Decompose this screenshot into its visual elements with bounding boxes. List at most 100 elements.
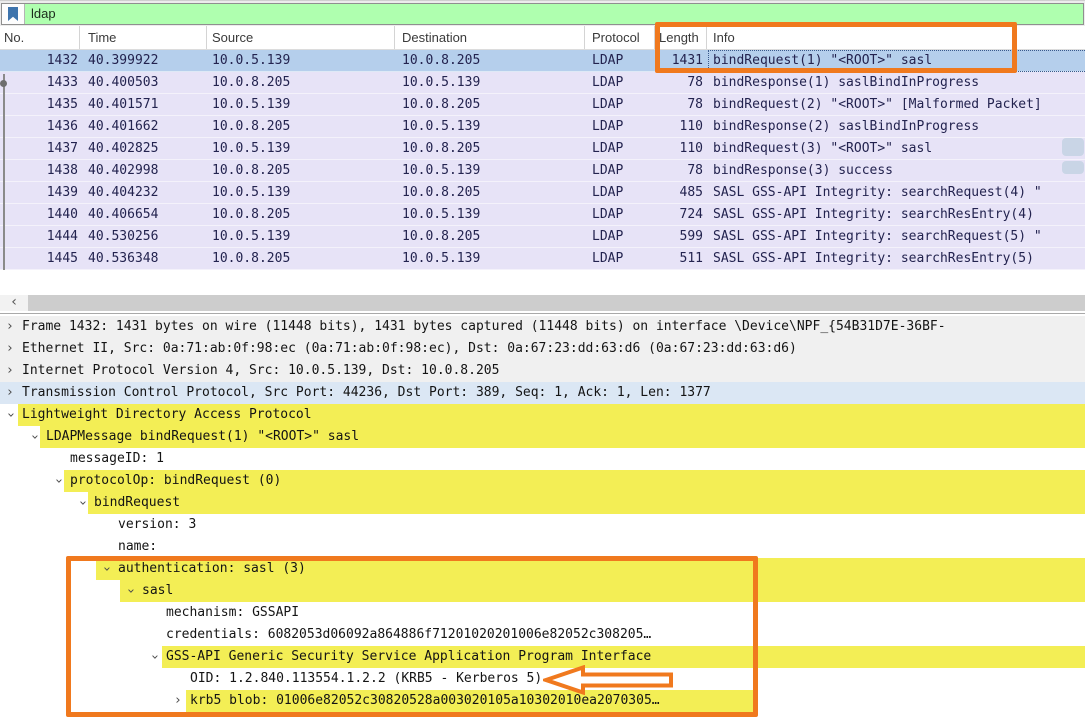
cell-no: 1435	[0, 94, 80, 116]
cell-source: 10.0.5.139	[207, 182, 395, 204]
column-header-time[interactable]: Time	[80, 26, 207, 49]
detail-row-protocolop[interactable]: › protocolOp: bindRequest (0)	[0, 470, 1085, 492]
chevron-down-icon[interactable]: ›	[71, 497, 93, 509]
cell-time: 40.530256	[80, 226, 207, 248]
cell-protocol: LDAP	[585, 94, 655, 116]
cell-source: 10.0.8.205	[207, 72, 395, 94]
filter-toolbar: ldap	[0, 0, 1085, 26]
packet-list-scrollbar-thumb[interactable]	[1062, 138, 1084, 156]
cell-info: bindResponse(1) saslBindInProgress	[707, 72, 1085, 94]
column-header-destination[interactable]: Destination	[395, 26, 585, 49]
packet-list-header: No. Time Source Destination Protocol Len…	[0, 26, 1085, 50]
packet-row-1445[interactable]: 1445 40.536348 10.0.8.205 10.0.5.139 LDA…	[0, 248, 1085, 270]
cell-info: SASL GSS-API Integrity: searchResEntry(4…	[707, 204, 1085, 226]
column-header-no[interactable]: No.	[0, 26, 80, 49]
detail-text: GSS-API Generic Security Service Applica…	[166, 646, 651, 668]
chevron-down-icon[interactable]: ›	[23, 431, 45, 443]
cell-source: 10.0.5.139	[207, 226, 395, 248]
packet-row-1444[interactable]: 1444 40.530256 10.0.5.139 10.0.8.205 LDA…	[0, 226, 1085, 248]
detail-row-ldapmessage[interactable]: › LDAPMessage bindRequest(1) "<ROOT>" sa…	[0, 426, 1085, 448]
cell-info: bindResponse(3) success	[707, 160, 1085, 182]
packet-list-scrollbar-thumb[interactable]	[1062, 161, 1084, 174]
detail-row-authentication[interactable]: › authentication: sasl (3)	[0, 558, 1085, 580]
cell-time: 40.401571	[80, 94, 207, 116]
cell-info: SASL GSS-API Integrity: searchResEntry(5…	[707, 248, 1085, 270]
filter-bookmark-button[interactable]	[2, 4, 25, 24]
detail-text: Ethernet II, Src: 0a:71:ab:0f:98:ec (0a:…	[22, 338, 797, 360]
detail-text: LDAPMessage bindRequest(1) "<ROOT>" sasl	[46, 426, 359, 448]
detail-row-ethernet[interactable]: › Ethernet II, Src: 0a:71:ab:0f:98:ec (0…	[0, 338, 1085, 360]
cell-destination: 10.0.8.205	[395, 50, 585, 72]
cell-protocol: LDAP	[585, 226, 655, 248]
packet-row-1438[interactable]: 1438 40.402998 10.0.8.205 10.0.5.139 LDA…	[0, 160, 1085, 182]
detail-text: protocolOp: bindRequest (0)	[70, 470, 281, 492]
scroll-left-button[interactable]: ‹	[0, 295, 28, 311]
packet-row-1436[interactable]: 1436 40.401662 10.0.8.205 10.0.5.139 LDA…	[0, 116, 1085, 138]
cell-time: 40.402825	[80, 138, 207, 160]
detail-row-ldap[interactable]: › Lightweight Directory Access Protocol	[0, 404, 1085, 426]
detail-row-gssapi[interactable]: › GSS-API Generic Security Service Appli…	[0, 646, 1085, 668]
cell-destination: 10.0.5.139	[395, 160, 585, 182]
detail-row-messageid[interactable]: messageID: 1	[0, 448, 1085, 470]
cell-source: 10.0.8.205	[207, 116, 395, 138]
display-filter-input[interactable]: ldap	[25, 4, 1083, 24]
detail-row-tcp[interactable]: › Transmission Control Protocol, Src Por…	[0, 382, 1085, 404]
scrollbar-thumb[interactable]	[28, 295, 1085, 311]
column-header-info[interactable]: Info	[707, 26, 1085, 49]
cell-time: 40.536348	[80, 248, 207, 270]
highlight-band	[88, 492, 1085, 514]
chevron-right-icon[interactable]: ›	[4, 316, 16, 338]
cell-no: 1438	[0, 160, 80, 182]
cell-no: 1439	[0, 182, 80, 204]
cell-info: bindRequest(3) "<ROOT>" sasl	[707, 138, 1085, 160]
detail-row-ip[interactable]: › Internet Protocol Version 4, Src: 10.0…	[0, 360, 1085, 382]
detail-row-frame[interactable]: › Frame 1432: 1431 bytes on wire (11448 …	[0, 316, 1085, 338]
cell-length: 78	[655, 94, 707, 116]
cell-destination: 10.0.8.205	[395, 94, 585, 116]
packet-row-1439[interactable]: 1439 40.404232 10.0.5.139 10.0.8.205 LDA…	[0, 182, 1085, 204]
chevron-right-icon[interactable]: ›	[4, 360, 16, 382]
cell-destination: 10.0.5.139	[395, 204, 585, 226]
detail-row-bindrequest[interactable]: › bindRequest	[0, 492, 1085, 514]
cell-time: 40.402998	[80, 160, 207, 182]
cell-info: SASL GSS-API Integrity: searchRequest(5)…	[707, 226, 1085, 248]
cell-no: 1444	[0, 226, 80, 248]
cell-no: 1432	[0, 50, 80, 72]
packet-row-1440[interactable]: 1440 40.406654 10.0.8.205 10.0.5.139 LDA…	[0, 204, 1085, 226]
horizontal-scrollbar[interactable]: ‹	[0, 295, 1085, 311]
chevron-right-icon[interactable]: ›	[4, 338, 16, 360]
chevron-down-icon[interactable]: ›	[95, 563, 117, 575]
packet-row-1433[interactable]: 1433 40.400503 10.0.8.205 10.0.5.139 LDA…	[0, 72, 1085, 94]
cell-length: 110	[655, 138, 707, 160]
cell-no: 1436	[0, 116, 80, 138]
detail-row-krb5-blob[interactable]: › krb5 blob: 01006e82052c30820528a003020…	[0, 690, 1085, 712]
cell-source: 10.0.5.139	[207, 94, 395, 116]
cell-destination: 10.0.5.139	[395, 248, 585, 270]
cell-time: 40.399922	[80, 50, 207, 72]
pane-divider[interactable]	[0, 313, 1085, 314]
detail-row-sasl[interactable]: › sasl	[0, 580, 1085, 602]
detail-row-mechanism[interactable]: mechanism: GSSAPI	[0, 602, 1085, 624]
chevron-down-icon[interactable]: ›	[47, 475, 69, 487]
column-header-length[interactable]: Length	[655, 26, 707, 49]
packet-detail-tree: › Frame 1432: 1431 bytes on wire (11448 …	[0, 316, 1085, 712]
column-header-protocol[interactable]: Protocol	[585, 26, 655, 49]
cell-no: 1437	[0, 138, 80, 160]
display-filter-bar[interactable]: ldap	[1, 3, 1084, 25]
column-header-source[interactable]: Source	[207, 26, 395, 49]
packet-row-1435[interactable]: 1435 40.401571 10.0.5.139 10.0.8.205 LDA…	[0, 94, 1085, 116]
cell-destination: 10.0.8.205	[395, 138, 585, 160]
detail-row-oid[interactable]: OID: 1.2.840.113554.1.2.2 (KRB5 - Kerber…	[0, 668, 1085, 690]
chevron-down-icon[interactable]: ›	[143, 651, 165, 663]
detail-row-version[interactable]: version: 3	[0, 514, 1085, 536]
cell-source: 10.0.5.139	[207, 50, 395, 72]
chevron-down-icon[interactable]: ›	[119, 585, 141, 597]
chevron-down-icon[interactable]: ›	[0, 409, 21, 421]
chevron-right-icon[interactable]: ›	[172, 690, 184, 712]
packet-row-1432[interactable]: 1432 40.399922 10.0.5.139 10.0.8.205 LDA…	[0, 50, 1085, 72]
detail-row-credentials[interactable]: credentials: 6082053d06092a864886f712010…	[0, 624, 1085, 646]
detail-row-name[interactable]: name:	[0, 536, 1085, 558]
chevron-right-icon[interactable]: ›	[4, 382, 16, 404]
packet-row-1437[interactable]: 1437 40.402825 10.0.5.139 10.0.8.205 LDA…	[0, 138, 1085, 160]
cell-protocol: LDAP	[585, 204, 655, 226]
